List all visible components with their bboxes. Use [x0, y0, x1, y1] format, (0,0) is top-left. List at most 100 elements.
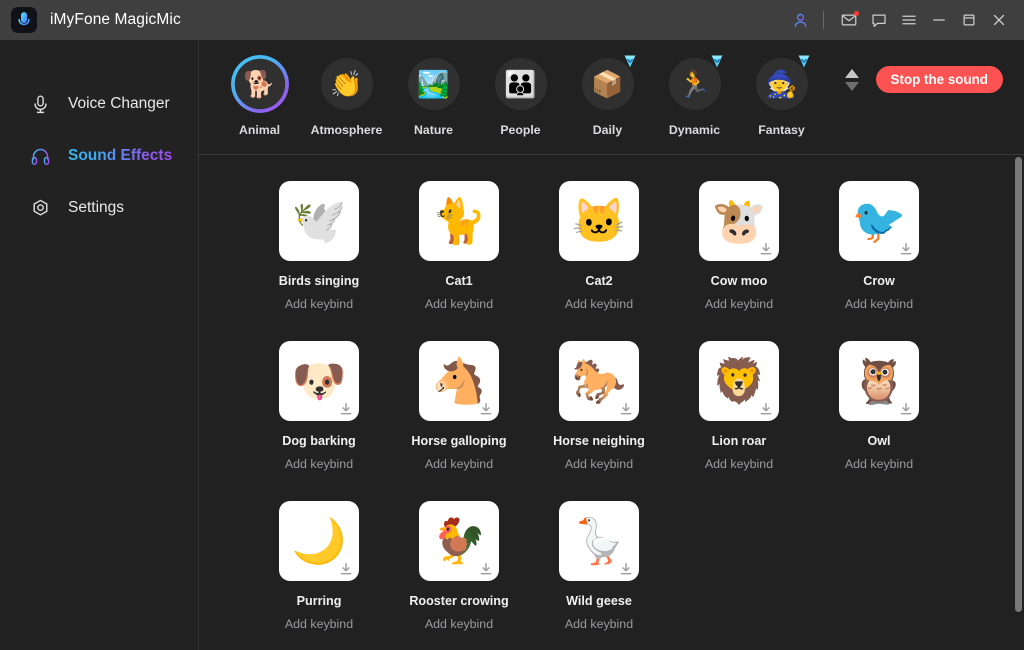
- sound-thumbnail[interactable]: 🕊️: [279, 181, 359, 261]
- close-icon[interactable]: [984, 5, 1014, 35]
- add-keybind-button[interactable]: Add keybind: [425, 297, 493, 311]
- category-label: Daily: [592, 123, 623, 137]
- sound-title: Cat1: [445, 274, 473, 288]
- sidebar-item-voice-changer[interactable]: Voice Changer: [0, 78, 198, 130]
- add-keybind-button[interactable]: Add keybind: [285, 297, 353, 311]
- minimize-icon[interactable]: [924, 5, 954, 35]
- sort-ascending-icon[interactable]: [844, 68, 859, 78]
- category-fantasy[interactable]: 🧙 Fantasy: [738, 55, 825, 137]
- sound-title: Cat2: [585, 274, 613, 288]
- stop-the-sound-button[interactable]: Stop the sound: [875, 66, 1003, 93]
- download-icon[interactable]: [479, 402, 493, 416]
- sound-title: Birds singing: [278, 274, 360, 288]
- sound-thumbnail[interactable]: 🐓: [419, 501, 499, 581]
- sound-thumbnail[interactable]: 🦉: [839, 341, 919, 421]
- download-icon[interactable]: [759, 402, 773, 416]
- add-keybind-button[interactable]: Add keybind: [285, 617, 353, 631]
- sound-grid-scroll-area: 🕊️ Birds singing Add keybind 🐈 Cat1 Add …: [199, 155, 1024, 650]
- sound-thumbnail[interactable]: 🐱: [559, 181, 639, 261]
- sound-thumbnail[interactable]: 🐴: [419, 341, 499, 421]
- menu-icon[interactable]: [894, 5, 924, 35]
- vertical-scrollbar[interactable]: [1015, 155, 1022, 650]
- crow-icon: 🐦: [851, 197, 907, 246]
- download-icon[interactable]: [619, 562, 633, 576]
- category-icon-wrap: 📦: [579, 55, 637, 113]
- sound-card[interactable]: 🐮 Cow moo Add keybind: [669, 181, 809, 311]
- add-keybind-button[interactable]: Add keybind: [285, 457, 353, 471]
- sound-thumbnail[interactable]: 🐈: [419, 181, 499, 261]
- add-keybind-button[interactable]: Add keybind: [845, 297, 913, 311]
- sound-thumbnail[interactable]: 🐦: [839, 181, 919, 261]
- main-content: 🐕 Animal 👏 Atmosphere 🏞️ Nature 👪 People…: [199, 40, 1024, 650]
- sound-card[interactable]: 🦁 Lion roar Add keybind: [669, 341, 809, 471]
- sound-thumbnail[interactable]: 🐮: [699, 181, 779, 261]
- download-icon[interactable]: [899, 402, 913, 416]
- purring-icon: 🌙: [291, 517, 347, 566]
- category-icon-wrap: 🏞️: [405, 55, 463, 113]
- account-icon[interactable]: [785, 5, 815, 35]
- category-dynamic[interactable]: 🏃 Dynamic: [651, 55, 738, 137]
- sidebar-item-settings[interactable]: Settings: [0, 182, 198, 234]
- sound-card[interactable]: 🐦 Crow Add keybind: [809, 181, 949, 311]
- download-icon[interactable]: [619, 402, 633, 416]
- sound-card[interactable]: 🐱 Cat2 Add keybind: [529, 181, 669, 311]
- sound-card[interactable]: 🌙 Purring Add keybind: [249, 501, 389, 631]
- category-animal[interactable]: 🐕 Animal: [216, 55, 303, 137]
- sound-thumbnail[interactable]: 🐶: [279, 341, 359, 421]
- add-keybind-button[interactable]: Add keybind: [845, 457, 913, 471]
- sound-card[interactable]: 🐴 Horse galloping Add keybind: [389, 341, 529, 471]
- mail-icon[interactable]: [834, 5, 864, 35]
- sound-card[interactable]: 🐓 Rooster crowing Add keybind: [389, 501, 529, 631]
- category-daily[interactable]: 📦 Daily: [564, 55, 651, 137]
- category-label: Animal: [239, 123, 280, 137]
- category-label: Nature: [414, 123, 453, 137]
- add-keybind-button[interactable]: Add keybind: [565, 617, 633, 631]
- sound-thumbnail[interactable]: 🪿: [559, 501, 639, 581]
- sound-title: Wild geese: [566, 594, 632, 608]
- sound-title: Cow moo: [710, 274, 768, 288]
- add-keybind-button[interactable]: Add keybind: [425, 617, 493, 631]
- add-keybind-button[interactable]: Add keybind: [425, 457, 493, 471]
- horse-galloping-icon: 🐴: [431, 357, 487, 406]
- sound-title: Dog barking: [282, 434, 356, 448]
- sound-card[interactable]: 🕊️ Birds singing Add keybind: [249, 181, 389, 311]
- category-people[interactable]: 👪 People: [477, 55, 564, 137]
- feedback-icon[interactable]: [864, 5, 894, 35]
- cat2-icon: 🐱: [571, 197, 627, 246]
- cow-moo-icon: 🐮: [711, 197, 767, 246]
- sound-card[interactable]: 🐈 Cat1 Add keybind: [389, 181, 529, 311]
- maximize-icon[interactable]: [954, 5, 984, 35]
- sound-card[interactable]: 🦉 Owl Add keybind: [809, 341, 949, 471]
- sound-title: Purring: [296, 594, 342, 608]
- category-atmosphere[interactable]: 👏 Atmosphere: [303, 55, 390, 137]
- add-keybind-button[interactable]: Add keybind: [705, 457, 773, 471]
- category-icon-wrap: 👏: [318, 55, 376, 113]
- category-icon-wrap: 👪: [492, 55, 550, 113]
- sidebar-item-sound-effects[interactable]: Sound Effects: [0, 130, 198, 182]
- category-bar-actions: Stop the sound: [844, 55, 1024, 93]
- sound-thumbnail[interactable]: 🌙: [279, 501, 359, 581]
- download-icon[interactable]: [899, 242, 913, 256]
- sound-title: Horse galloping: [411, 434, 507, 448]
- horse-neighing-icon: 🐎: [571, 357, 627, 406]
- sound-card[interactable]: 🪿 Wild geese Add keybind: [529, 501, 669, 631]
- scrollbar-thumb[interactable]: [1015, 157, 1022, 612]
- sound-thumbnail[interactable]: 🐎: [559, 341, 639, 421]
- add-keybind-button[interactable]: Add keybind: [565, 457, 633, 471]
- add-keybind-button[interactable]: Add keybind: [565, 297, 633, 311]
- microphone-icon: [29, 93, 51, 115]
- download-icon[interactable]: [339, 562, 353, 576]
- sort-descending-icon[interactable]: [844, 81, 859, 91]
- download-icon[interactable]: [339, 402, 353, 416]
- download-icon[interactable]: [759, 242, 773, 256]
- sound-title: Lion roar: [711, 434, 767, 448]
- add-keybind-button[interactable]: Add keybind: [705, 297, 773, 311]
- sort-toggle[interactable]: [844, 68, 859, 91]
- owl-icon: 🦉: [851, 357, 907, 406]
- sound-thumbnail[interactable]: 🦁: [699, 341, 779, 421]
- sound-card[interactable]: 🐶 Dog barking Add keybind: [249, 341, 389, 471]
- category-nature[interactable]: 🏞️ Nature: [390, 55, 477, 137]
- sound-card[interactable]: 🐎 Horse neighing Add keybind: [529, 341, 669, 471]
- cat1-icon: 🐈: [431, 197, 487, 246]
- download-icon[interactable]: [479, 562, 493, 576]
